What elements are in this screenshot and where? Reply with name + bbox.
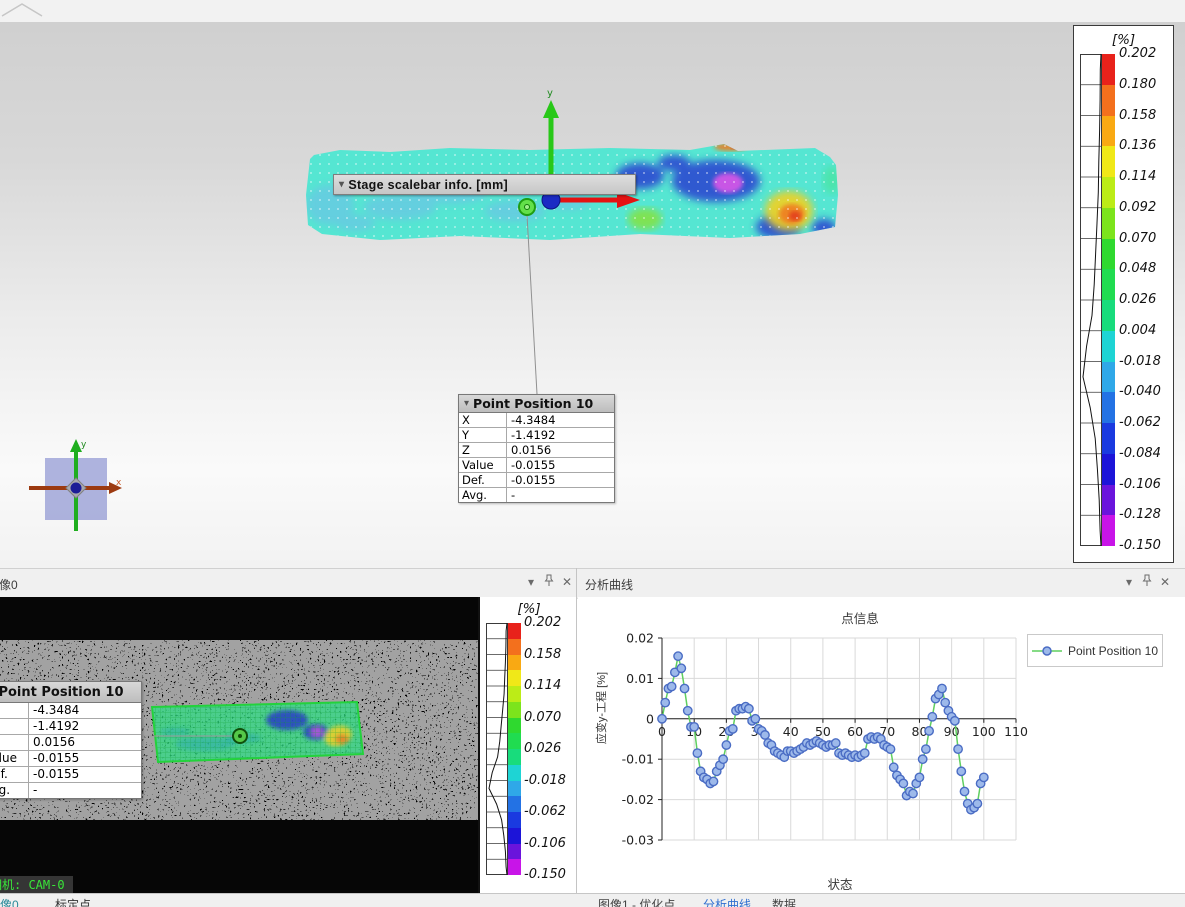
table-row: Value-0.0155 — [459, 457, 614, 472]
strain-scalebar[interactable]: [%] 0.2020.1800.1580.1360.1140.0920.0700… — [1073, 25, 1174, 563]
legend-line-marker-icon — [1032, 646, 1062, 656]
panel-menu-icon[interactable]: ▾ — [524, 575, 538, 589]
point-position-table-camera[interactable]: Point Position 10 X-4.3484Y-1.4192Z0.015… — [0, 681, 142, 799]
chart-x-axis-label: 状态 — [790, 874, 890, 893]
legend-label: Point Position 10 — [1068, 644, 1158, 658]
chart-legend[interactable]: Point Position 10 — [1027, 634, 1163, 667]
camera-name-text: 相机: CAM-0 — [0, 876, 65, 894]
svg-text:0.01: 0.01 — [626, 671, 654, 686]
svg-text:40: 40 — [783, 724, 799, 739]
collapse-chevron-icon[interactable] — [0, 0, 46, 20]
tab-analysis-curves[interactable]: 分析曲线 — [703, 896, 751, 907]
table-row: Z0.0156 — [0, 734, 141, 750]
point-table-header[interactable]: Point Position 10 — [0, 682, 141, 703]
point-table-rows: X-4.3484Y-1.4192Z0.0156Value-0.0155Def.-… — [459, 413, 614, 502]
stage-scalebar-text: Stage scalebar info. [mm] — [348, 178, 508, 192]
chart-title: 点信息 — [790, 608, 930, 627]
scalebar-histogram — [1080, 54, 1102, 546]
table-row: Value-0.0155 — [0, 750, 141, 766]
close-icon[interactable]: ✕ — [560, 575, 574, 589]
svg-text:0: 0 — [658, 724, 666, 739]
table-row: Y-1.4192 — [0, 718, 141, 734]
tab-calibration-points[interactable]: 标定点 — [55, 896, 91, 907]
table-row: Y-1.4192 — [459, 427, 614, 442]
point-table-rows: X-4.3484Y-1.4192Z0.0156Value-0.0155Def.-… — [0, 703, 141, 798]
bottom-tab-bar[interactable]: 图像0 标定点 图像1 - 优化点 分析曲线 数据 — [0, 893, 1185, 907]
point-table-title: Point Position 10 — [0, 685, 124, 700]
table-row: Avg.- — [0, 782, 141, 798]
scalebar-colors — [1102, 54, 1115, 546]
tab-image1-points[interactable]: 图像1 - 优化点 — [598, 896, 675, 907]
table-row: X-4.3484 — [459, 413, 614, 427]
scalebar-labels: 0.2020.1800.1580.1360.1140.0920.0700.048… — [1119, 54, 1171, 546]
panel-divider — [576, 568, 577, 893]
scalebar-labels: 0.2020.1580.1140.0700.026-0.018-0.062-0.… — [524, 623, 574, 875]
table-row: X-4.3484 — [0, 703, 141, 718]
chart-y-axis-label: 应变y-工程 [%] — [593, 653, 609, 763]
svg-text:100: 100 — [972, 724, 996, 739]
point-table-header[interactable]: ▾ Point Position 10 — [459, 395, 614, 413]
dropdown-triangle-icon: ▾ — [339, 179, 344, 190]
close-icon[interactable]: ✕ — [1158, 575, 1172, 589]
pin-icon[interactable] — [1140, 574, 1154, 590]
svg-text:60: 60 — [847, 724, 863, 739]
toolbar[interactable] — [0, 0, 1185, 23]
svg-text:-0.01: -0.01 — [622, 752, 654, 767]
application-window: y y x ▾ Stage scalebar info. [mm] — [0, 0, 1185, 907]
tab-image0[interactable]: 图像0 — [0, 896, 19, 907]
table-row: Z0.0156 — [459, 442, 614, 457]
panel-menu-icon[interactable]: ▾ — [1122, 575, 1136, 589]
scalebar-colors — [508, 623, 521, 875]
svg-text:-0.03: -0.03 — [622, 833, 654, 848]
point-table-title: Point Position 10 — [473, 396, 593, 411]
svg-text:0: 0 — [646, 711, 654, 726]
curves-panel-title: 分析曲线 — [585, 576, 633, 593]
camera-name-badge: 相机: CAM-0 — [0, 876, 73, 894]
scalebar-histogram — [486, 623, 508, 875]
dropdown-triangle-icon: ▾ — [464, 398, 469, 409]
tab-data[interactable]: 数据 — [772, 896, 796, 907]
curves-panel-header[interactable]: 分析曲线 ▾ ✕ — [577, 568, 1185, 599]
table-row: Avg.- — [459, 487, 614, 502]
camera-panel-title: 图像0 — [0, 576, 18, 593]
table-row: Def.-0.0155 — [459, 472, 614, 487]
camera-panel-header[interactable]: 图像0 ▾ ✕ — [0, 568, 576, 599]
pin-icon[interactable] — [542, 574, 556, 590]
stage-scalebar-label[interactable]: ▾ Stage scalebar info. [mm] — [333, 174, 636, 195]
svg-text:-0.02: -0.02 — [622, 792, 654, 807]
point-position-table[interactable]: ▾ Point Position 10 X-4.3484Y-1.4192Z0.0… — [458, 394, 615, 503]
table-row: Def.-0.0155 — [0, 766, 141, 782]
svg-text:0.02: 0.02 — [626, 631, 654, 646]
strain-scalebar-camera[interactable]: [%] 0.2020.1580.1140.0700.026-0.018-0.06… — [478, 597, 578, 893]
svg-text:110: 110 — [1004, 724, 1028, 739]
